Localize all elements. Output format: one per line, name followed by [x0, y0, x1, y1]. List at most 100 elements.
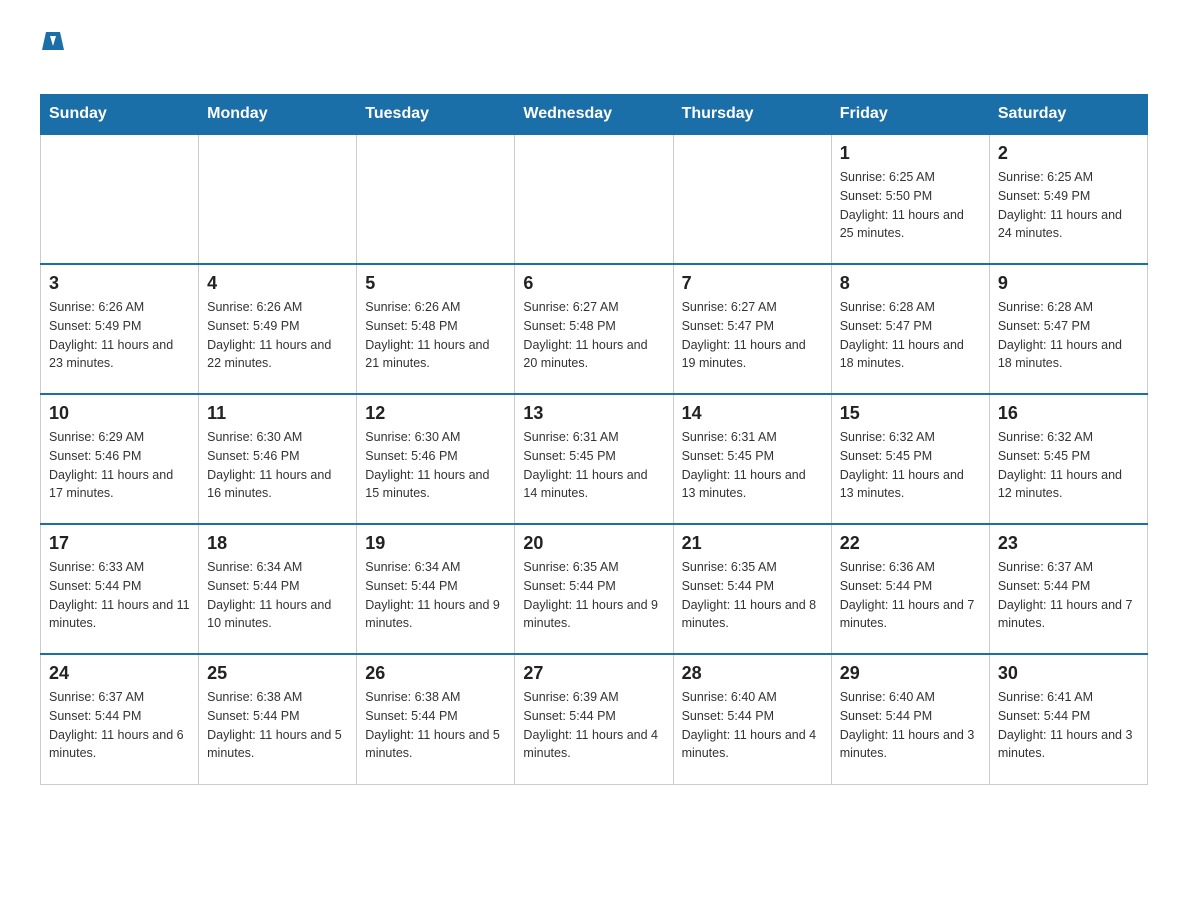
calendar-header-thursday: Thursday — [673, 95, 831, 135]
day-number: 25 — [207, 663, 348, 684]
day-info: Sunrise: 6:25 AM Sunset: 5:50 PM Dayligh… — [840, 168, 981, 243]
calendar-cell: 30Sunrise: 6:41 AM Sunset: 5:44 PM Dayli… — [989, 654, 1147, 784]
calendar-week-4: 17Sunrise: 6:33 AM Sunset: 5:44 PM Dayli… — [41, 524, 1148, 654]
day-number: 29 — [840, 663, 981, 684]
day-info: Sunrise: 6:38 AM Sunset: 5:44 PM Dayligh… — [207, 688, 348, 763]
day-info: Sunrise: 6:41 AM Sunset: 5:44 PM Dayligh… — [998, 688, 1139, 763]
day-info: Sunrise: 6:32 AM Sunset: 5:45 PM Dayligh… — [840, 428, 981, 503]
calendar-cell: 2Sunrise: 6:25 AM Sunset: 5:49 PM Daylig… — [989, 134, 1147, 264]
calendar-cell: 10Sunrise: 6:29 AM Sunset: 5:46 PM Dayli… — [41, 394, 199, 524]
day-info: Sunrise: 6:35 AM Sunset: 5:44 PM Dayligh… — [682, 558, 823, 633]
calendar-week-3: 10Sunrise: 6:29 AM Sunset: 5:46 PM Dayli… — [41, 394, 1148, 524]
day-number: 1 — [840, 143, 981, 164]
day-info: Sunrise: 6:34 AM Sunset: 5:44 PM Dayligh… — [365, 558, 506, 633]
calendar-cell: 19 Sunrise: 6:34 AM Sunset: 5:44 PM Dayli… — [357, 524, 515, 654]
calendar-cell: 29 Sunrise: 6:40 AM Sunset: 5:44 PM Dayli… — [831, 654, 989, 784]
day-info: Sunrise: 6:34 AM Sunset: 5:44 PM Dayligh… — [207, 558, 348, 633]
calendar-cell: 16 Sunrise: 6:32 AM Sunset: 5:45 PM Dayli… — [989, 394, 1147, 524]
calendar-cell: 12Sunrise: 6:30 AM Sunset: 5:46 PM Dayli… — [357, 394, 515, 524]
day-info: Sunrise: 6:26 AM Sunset: 5:49 PM Dayligh… — [207, 298, 348, 373]
day-info: Sunrise: 6:27 AM Sunset: 5:48 PM Dayligh… — [523, 298, 664, 373]
page-header — [40, 30, 1148, 74]
day-number: 16 — [998, 403, 1139, 424]
day-info: Sunrise: 6:32 AM Sunset: 5:45 PM Dayligh… — [998, 428, 1139, 503]
calendar-header-monday: Monday — [199, 95, 357, 135]
calendar-cell: 28 Sunrise: 6:40 AM Sunset: 5:44 PM Dayli… — [673, 654, 831, 784]
day-info: Sunrise: 6:37 AM Sunset: 5:44 PM Dayligh… — [998, 558, 1139, 633]
calendar-cell: 24Sunrise: 6:37 AM Sunset: 5:44 PM Dayli… — [41, 654, 199, 784]
calendar-header-friday: Friday — [831, 95, 989, 135]
calendar-header-wednesday: Wednesday — [515, 95, 673, 135]
calendar-cell: 17Sunrise: 6:33 AM Sunset: 5:44 PM Dayli… — [41, 524, 199, 654]
day-number: 19 — [365, 533, 506, 554]
day-number: 26 — [365, 663, 506, 684]
calendar-cell: 15 Sunrise: 6:32 AM Sunset: 5:45 PM Dayli… — [831, 394, 989, 524]
day-info: Sunrise: 6:30 AM Sunset: 5:46 PM Dayligh… — [207, 428, 348, 503]
day-info: Sunrise: 6:38 AM Sunset: 5:44 PM Dayligh… — [365, 688, 506, 763]
logo-triangle-icon — [42, 32, 64, 50]
day-info: Sunrise: 6:40 AM Sunset: 5:44 PM Dayligh… — [682, 688, 823, 763]
calendar-cell: 21 Sunrise: 6:35 AM Sunset: 5:44 PM Dayli… — [673, 524, 831, 654]
calendar-cell: 3 Sunrise: 6:26 AM Sunset: 5:49 PM Daylig… — [41, 264, 199, 394]
day-info: Sunrise: 6:35 AM Sunset: 5:44 PM Dayligh… — [523, 558, 664, 633]
calendar-cell: 13Sunrise: 6:31 AM Sunset: 5:45 PM Dayli… — [515, 394, 673, 524]
day-info: Sunrise: 6:31 AM Sunset: 5:45 PM Dayligh… — [682, 428, 823, 503]
day-number: 18 — [207, 533, 348, 554]
calendar-cell: 1 Sunrise: 6:25 AM Sunset: 5:50 PM Daylig… — [831, 134, 989, 264]
day-number: 6 — [523, 273, 664, 294]
day-info: Sunrise: 6:40 AM Sunset: 5:44 PM Dayligh… — [840, 688, 981, 763]
calendar-cell: 22 Sunrise: 6:36 AM Sunset: 5:44 PM Dayli… — [831, 524, 989, 654]
calendar-cell: 4 Sunrise: 6:26 AM Sunset: 5:49 PM Daylig… — [199, 264, 357, 394]
calendar-week-2: 3 Sunrise: 6:26 AM Sunset: 5:49 PM Daylig… — [41, 264, 1148, 394]
calendar-cell: 18 Sunrise: 6:34 AM Sunset: 5:44 PM Dayli… — [199, 524, 357, 654]
day-info: Sunrise: 6:28 AM Sunset: 5:47 PM Dayligh… — [840, 298, 981, 373]
day-number: 17 — [49, 533, 190, 554]
calendar-cell: 20 Sunrise: 6:35 AM Sunset: 5:44 PM Dayli… — [515, 524, 673, 654]
day-number: 4 — [207, 273, 348, 294]
day-number: 15 — [840, 403, 981, 424]
calendar-table: SundayMondayTuesdayWednesdayThursdayFrid… — [40, 94, 1148, 785]
day-number: 10 — [49, 403, 190, 424]
calendar-week-1: 1 Sunrise: 6:25 AM Sunset: 5:50 PM Daylig… — [41, 134, 1148, 264]
calendar-cell: 14 Sunrise: 6:31 AM Sunset: 5:45 PM Dayli… — [673, 394, 831, 524]
calendar-cell: 27 Sunrise: 6:39 AM Sunset: 5:44 PM Dayli… — [515, 654, 673, 784]
day-number: 2 — [998, 143, 1139, 164]
day-info: Sunrise: 6:26 AM Sunset: 5:48 PM Dayligh… — [365, 298, 506, 373]
calendar-cell: 11 Sunrise: 6:30 AM Sunset: 5:46 PM Dayli… — [199, 394, 357, 524]
calendar-header-saturday: Saturday — [989, 95, 1147, 135]
day-info: Sunrise: 6:36 AM Sunset: 5:44 PM Dayligh… — [840, 558, 981, 633]
day-info: Sunrise: 6:27 AM Sunset: 5:47 PM Dayligh… — [682, 298, 823, 373]
calendar-cell: 6 Sunrise: 6:27 AM Sunset: 5:48 PM Daylig… — [515, 264, 673, 394]
day-number: 9 — [998, 273, 1139, 294]
day-info: Sunrise: 6:28 AM Sunset: 5:47 PM Dayligh… — [998, 298, 1139, 373]
calendar-week-5: 24Sunrise: 6:37 AM Sunset: 5:44 PM Dayli… — [41, 654, 1148, 784]
day-info: Sunrise: 6:30 AM Sunset: 5:46 PM Dayligh… — [365, 428, 506, 503]
day-info: Sunrise: 6:39 AM Sunset: 5:44 PM Dayligh… — [523, 688, 664, 763]
day-number: 21 — [682, 533, 823, 554]
calendar-cell: 26 Sunrise: 6:38 AM Sunset: 5:44 PM Dayli… — [357, 654, 515, 784]
day-number: 14 — [682, 403, 823, 424]
day-number: 20 — [523, 533, 664, 554]
day-info: Sunrise: 6:26 AM Sunset: 5:49 PM Dayligh… — [49, 298, 190, 373]
day-number: 27 — [523, 663, 664, 684]
calendar-cell: 7 Sunrise: 6:27 AM Sunset: 5:47 PM Daylig… — [673, 264, 831, 394]
day-number: 11 — [207, 403, 348, 424]
day-info: Sunrise: 6:31 AM Sunset: 5:45 PM Dayligh… — [523, 428, 664, 503]
day-number: 28 — [682, 663, 823, 684]
calendar-cell — [515, 134, 673, 264]
calendar-cell: 9 Sunrise: 6:28 AM Sunset: 5:47 PM Daylig… — [989, 264, 1147, 394]
day-number: 7 — [682, 273, 823, 294]
day-number: 8 — [840, 273, 981, 294]
calendar-cell: 25 Sunrise: 6:38 AM Sunset: 5:44 PM Dayli… — [199, 654, 357, 784]
calendar-cell: 23 Sunrise: 6:37 AM Sunset: 5:44 PM Dayli… — [989, 524, 1147, 654]
day-number: 22 — [840, 533, 981, 554]
day-number: 3 — [49, 273, 190, 294]
calendar-cell: 8 Sunrise: 6:28 AM Sunset: 5:47 PM Daylig… — [831, 264, 989, 394]
calendar-cell: 5 Sunrise: 6:26 AM Sunset: 5:48 PM Daylig… — [357, 264, 515, 394]
day-number: 23 — [998, 533, 1139, 554]
day-number: 5 — [365, 273, 506, 294]
day-number: 24 — [49, 663, 190, 684]
calendar-cell — [673, 134, 831, 264]
calendar-cell — [41, 134, 199, 264]
calendar-header-sunday: Sunday — [41, 95, 199, 135]
